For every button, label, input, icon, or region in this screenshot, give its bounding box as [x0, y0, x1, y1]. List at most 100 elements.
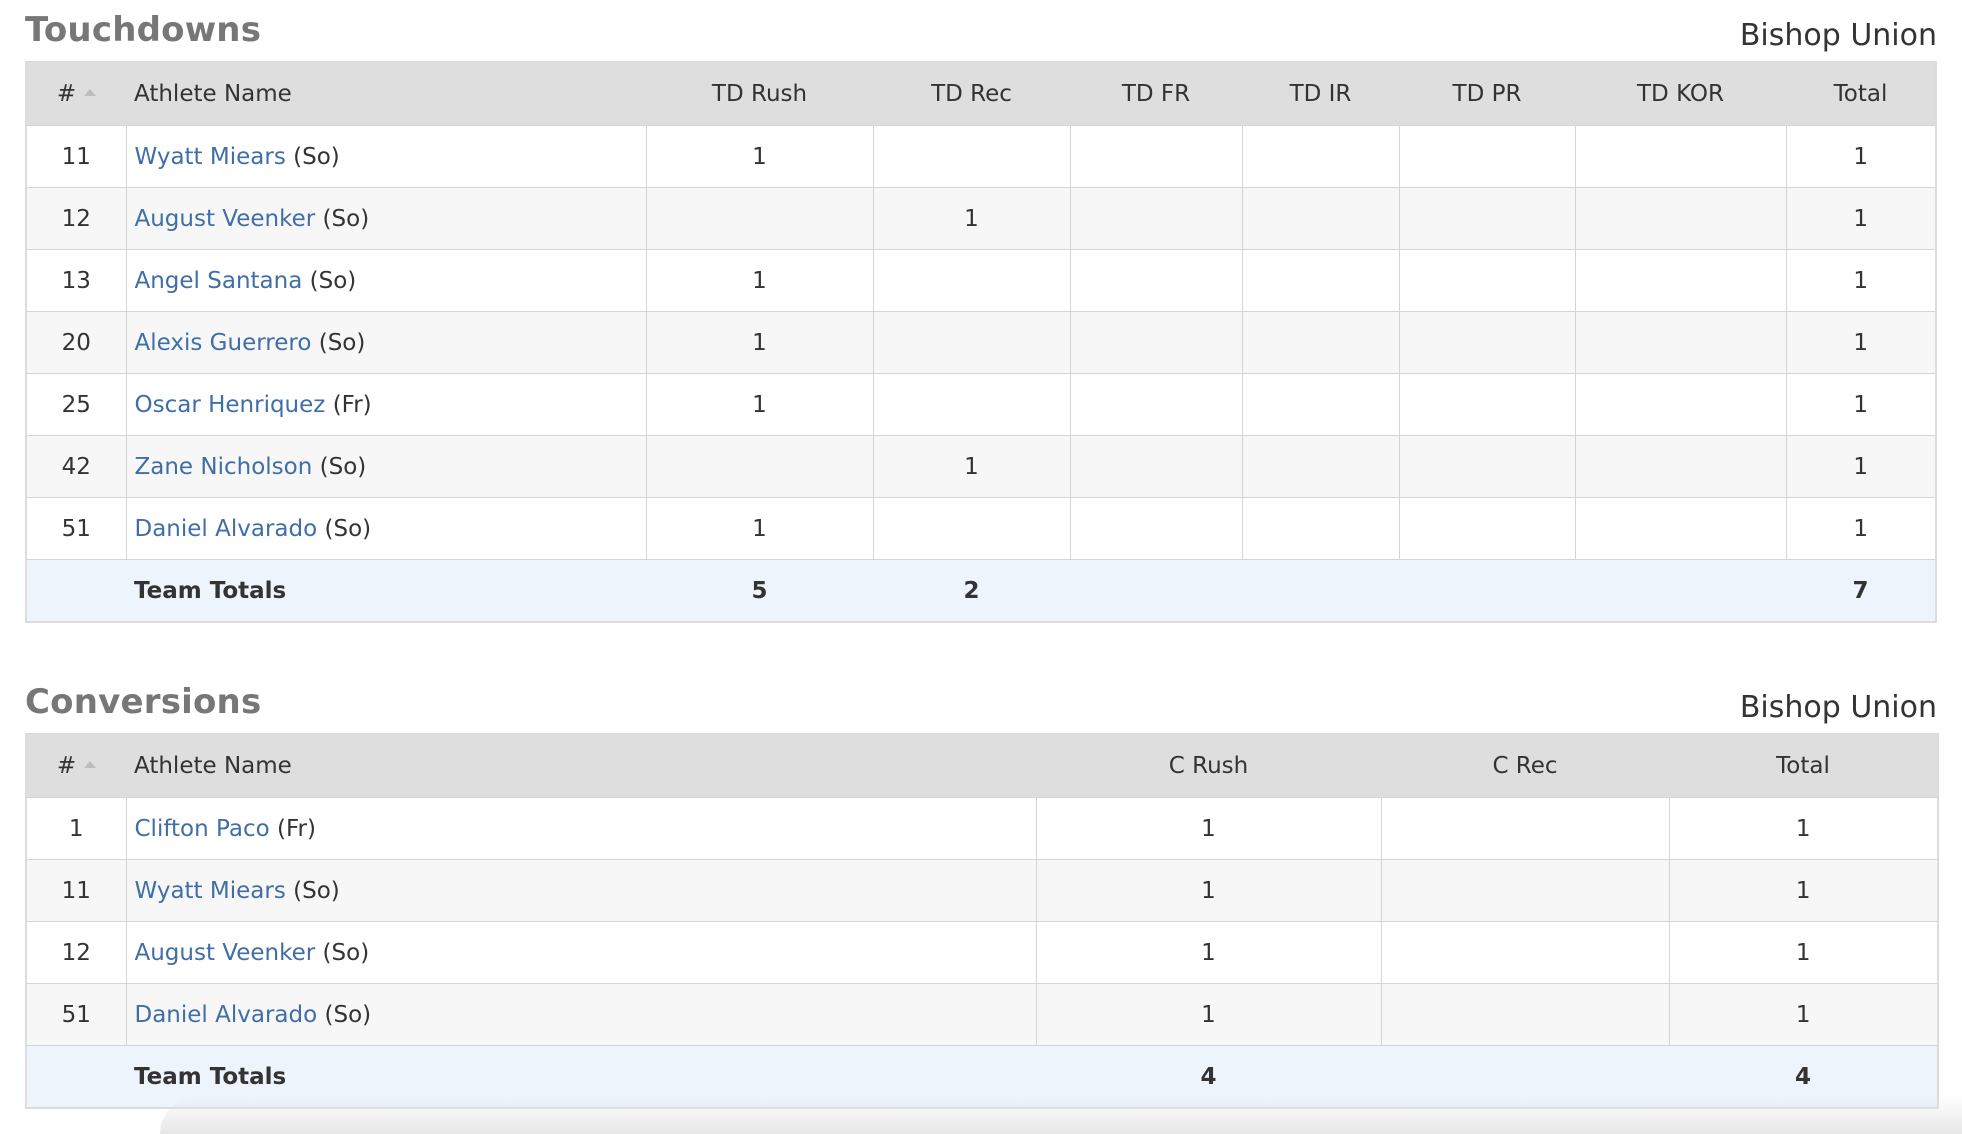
- stat-cell-td-kor: [1574, 249, 1787, 312]
- stat-cell-td-kor: [1574, 187, 1787, 250]
- stat-cell-td-fr: [1069, 497, 1243, 560]
- column-header-td-rec[interactable]: TD Rec: [873, 62, 1070, 126]
- jersey-number: 1: [25, 797, 127, 860]
- column-header-athlete-name[interactable]: Athlete Name: [126, 62, 646, 126]
- athlete-name-link[interactable]: Daniel Alvarado: [135, 1002, 318, 1028]
- jersey-number: 13: [25, 249, 127, 312]
- sort-up-caret-icon[interactable]: [84, 89, 97, 96]
- sort-up-caret-icon[interactable]: [84, 761, 97, 768]
- stat-cell-c-rush: 1: [1035, 859, 1382, 922]
- stat-cell-td-kor: [1574, 497, 1787, 560]
- stat-cell-td-pr: [1398, 249, 1576, 312]
- athlete-name-link[interactable]: Daniel Alvarado: [135, 516, 318, 542]
- table-header-row: # Athlete Name TD Rush TD Rec TD FR TD IR TD P…: [26, 62, 1936, 126]
- athlete-class-year: (Fr): [276, 815, 316, 842]
- table-row: 12 August Veenker (So) 1 1: [25, 921, 1939, 984]
- stat-cell-td-kor: [1574, 311, 1787, 374]
- athlete-cell: August Veenker (So): [125, 187, 647, 250]
- column-header-number-label: #: [56, 81, 77, 107]
- table-row: 20 Alexis Guerrero (So) 1 1: [25, 311, 1937, 374]
- athlete-class-year: (So): [322, 205, 370, 232]
- column-header-c-rec[interactable]: C Rec: [1381, 734, 1669, 798]
- stat-cell-total: 1: [1785, 187, 1937, 250]
- column-header-number[interactable]: #: [26, 734, 126, 798]
- stat-cell-total: 1: [1668, 797, 1939, 860]
- column-header-number[interactable]: #: [26, 62, 126, 126]
- jersey-number: 12: [25, 921, 127, 984]
- table-row: 13 Angel Santana (So) 1 1: [25, 249, 1937, 312]
- stat-cell-td-rush: 1: [645, 373, 874, 436]
- conversions-table: # Athlete Name C Rush C Rec Total 1 Clifton P…: [25, 733, 1939, 1109]
- stat-cell-c-rush: 1: [1035, 921, 1382, 984]
- athlete-class-year: (So): [324, 1001, 372, 1028]
- stat-cell-c-rec: [1380, 983, 1670, 1046]
- athlete-name-link[interactable]: Wyatt Miears: [135, 878, 286, 904]
- column-header-total[interactable]: Total: [1669, 734, 1938, 798]
- athlete-name-link[interactable]: Angel Santana: [135, 268, 303, 294]
- athlete-cell: Daniel Alvarado (So): [125, 983, 1037, 1046]
- jersey-number: 20: [25, 311, 127, 374]
- athlete-cell: Daniel Alvarado (So): [125, 497, 647, 560]
- athlete-name-link[interactable]: Clifton Paco: [135, 816, 270, 842]
- athlete-name-link[interactable]: August Veenker: [135, 940, 316, 966]
- athlete-class-year: (So): [318, 329, 366, 356]
- column-header-c-rush[interactable]: C Rush: [1036, 734, 1381, 798]
- athlete-cell: Clifton Paco (Fr): [125, 797, 1037, 860]
- stat-cell-td-kor: [1574, 373, 1787, 436]
- team-totals-label: Team Totals: [126, 559, 646, 623]
- stat-cell-td-ir: [1241, 249, 1400, 312]
- column-header-td-fr[interactable]: TD FR: [1070, 62, 1242, 126]
- column-header-td-pr[interactable]: TD PR: [1399, 62, 1575, 126]
- team-totals-row: Team Totals 5 2 7: [26, 559, 1936, 623]
- stat-cell-total: 1: [1785, 435, 1937, 498]
- team-totals-blank: [26, 1045, 126, 1109]
- team-totals-blank: [26, 559, 126, 623]
- stat-cell-td-rush: 1: [645, 497, 874, 560]
- stat-cell-td-fr: [1069, 249, 1243, 312]
- athlete-class-year: (So): [293, 877, 340, 904]
- athlete-name-link[interactable]: Wyatt Miears: [135, 144, 286, 170]
- table-row: 11 Wyatt Miears (So) 1 1: [25, 125, 1937, 188]
- table-row: 42 Zane Nicholson (So) 1 1: [25, 435, 1937, 498]
- athlete-cell: Wyatt Miears (So): [125, 859, 1037, 922]
- jersey-number: 51: [25, 983, 127, 1046]
- stat-cell-td-rec: [872, 249, 1071, 312]
- athlete-cell: Angel Santana (So): [125, 249, 647, 312]
- stat-cell-td-rush: 1: [645, 125, 874, 188]
- touchdowns-section: Touchdowns Bishop Union # Athlete Name TD …: [25, 0, 1937, 623]
- athlete-name-link[interactable]: Zane Nicholson: [135, 454, 313, 480]
- stat-cell-td-rec: 1: [872, 187, 1071, 250]
- stat-cell-td-rec: [872, 311, 1071, 374]
- table-header-row: # Athlete Name C Rush C Rec Total: [26, 734, 1938, 798]
- athlete-cell: Alexis Guerrero (So): [125, 311, 647, 374]
- stat-cell-td-pr: [1398, 435, 1576, 498]
- column-header-td-ir[interactable]: TD IR: [1242, 62, 1399, 126]
- jersey-number: 11: [25, 859, 127, 922]
- stat-cell-total: 1: [1785, 311, 1937, 374]
- athlete-name-link[interactable]: August Veenker: [135, 206, 316, 232]
- touchdowns-table: # Athlete Name TD Rush TD Rec TD FR TD IR TD P…: [25, 61, 1937, 623]
- jersey-number: 11: [25, 125, 127, 188]
- table-row: 1 Clifton Paco (Fr) 1 1: [25, 797, 1939, 860]
- column-header-total[interactable]: Total: [1786, 62, 1936, 126]
- column-header-athlete-name[interactable]: Athlete Name: [126, 734, 1036, 798]
- team-total-td-pr: [1399, 559, 1575, 623]
- stat-cell-total: 1: [1785, 125, 1937, 188]
- stat-cell-td-pr: [1398, 497, 1576, 560]
- page: Touchdowns Bishop Union # Athlete Name TD …: [0, 0, 1962, 1134]
- column-header-td-rush[interactable]: TD Rush: [646, 62, 873, 126]
- athlete-class-year: (So): [293, 143, 340, 170]
- stat-cell-td-rec: 1: [872, 435, 1071, 498]
- athlete-cell: Wyatt Miears (So): [125, 125, 647, 188]
- stat-cell-total: 1: [1668, 859, 1939, 922]
- stat-cell-td-pr: [1398, 311, 1576, 374]
- athlete-name-link[interactable]: Alexis Guerrero: [135, 330, 312, 356]
- conversions-header: Conversions Bishop Union: [25, 672, 1937, 733]
- stat-cell-td-fr: [1069, 187, 1243, 250]
- athlete-name-link[interactable]: Oscar Henriquez: [135, 392, 326, 418]
- athlete-class-year: (Fr): [332, 391, 372, 418]
- stat-cell-total: 1: [1668, 921, 1939, 984]
- touchdowns-header: Touchdowns Bishop Union: [25, 0, 1937, 61]
- stat-cell-td-rush: [645, 187, 874, 250]
- column-header-td-kor[interactable]: TD KOR: [1575, 62, 1786, 126]
